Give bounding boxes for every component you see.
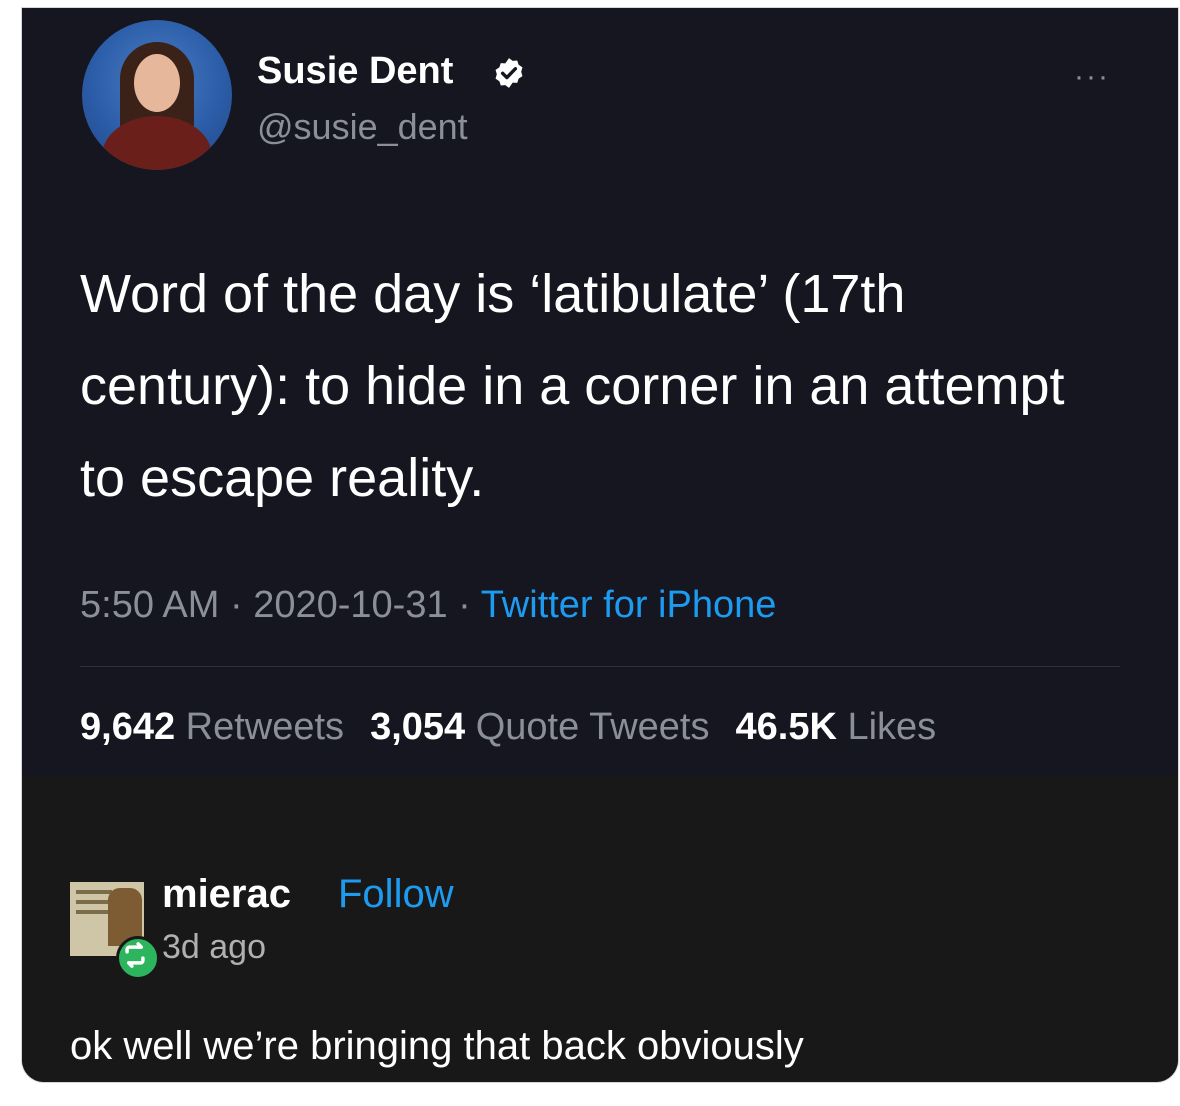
tweet-card[interactable]: Susie Dent @susie_dent ··· Word of the d… [22, 8, 1178, 776]
follow-button[interactable]: Follow [338, 872, 454, 917]
divider [80, 666, 1120, 667]
post-time: 3d ago [162, 928, 266, 966]
tweet-time: 5:50 AM [80, 584, 220, 626]
author-name[interactable]: Susie Dent [257, 50, 453, 93]
retweets-label: Retweets [185, 706, 345, 748]
author-avatar[interactable] [82, 20, 232, 170]
retweets-count: 9,642 [80, 706, 176, 748]
tweet-date[interactable]: 2020-10-31 [253, 584, 447, 626]
quote-tweets-label: Quote Tweets [475, 706, 710, 748]
retweets-stat[interactable]: 9,642 Retweets [80, 706, 344, 748]
reblog-post: mierac Follow 3d ago ok well we’re bring… [22, 776, 1178, 1082]
tweet-source-link[interactable]: Twitter for iPhone [481, 584, 777, 626]
quote-tweets-stat[interactable]: 3,054 Quote Tweets [370, 706, 709, 748]
reblog-comment: ok well we’re bringing that back obvious… [70, 1024, 804, 1068]
likes-count: 46.5K [735, 706, 837, 748]
more-options-icon[interactable]: ··· [1074, 60, 1110, 94]
quote-tweets-count: 3,054 [370, 706, 466, 748]
reblog-icon [116, 936, 160, 980]
author-handle[interactable]: @susie_dent [257, 106, 468, 148]
likes-label: Likes [847, 706, 937, 748]
screenshot-frame: Susie Dent @susie_dent ··· Word of the d… [22, 8, 1178, 1082]
reblog-username[interactable]: mierac [162, 872, 291, 917]
verified-badge-icon [495, 58, 523, 88]
tweet-stats: 9,642 Retweets 3,054 Quote Tweets 46.5K Li… [80, 706, 936, 749]
meta-separator: · [458, 584, 481, 626]
meta-separator: · [229, 584, 254, 626]
tweet-text: Word of the day is ‘latibulate’ (17th ce… [80, 264, 1065, 508]
tweet-meta: 5:50 AM · 2020-10-31 · Twitter for iPhon… [80, 584, 776, 627]
likes-stat[interactable]: 46.5K Likes [736, 706, 937, 748]
